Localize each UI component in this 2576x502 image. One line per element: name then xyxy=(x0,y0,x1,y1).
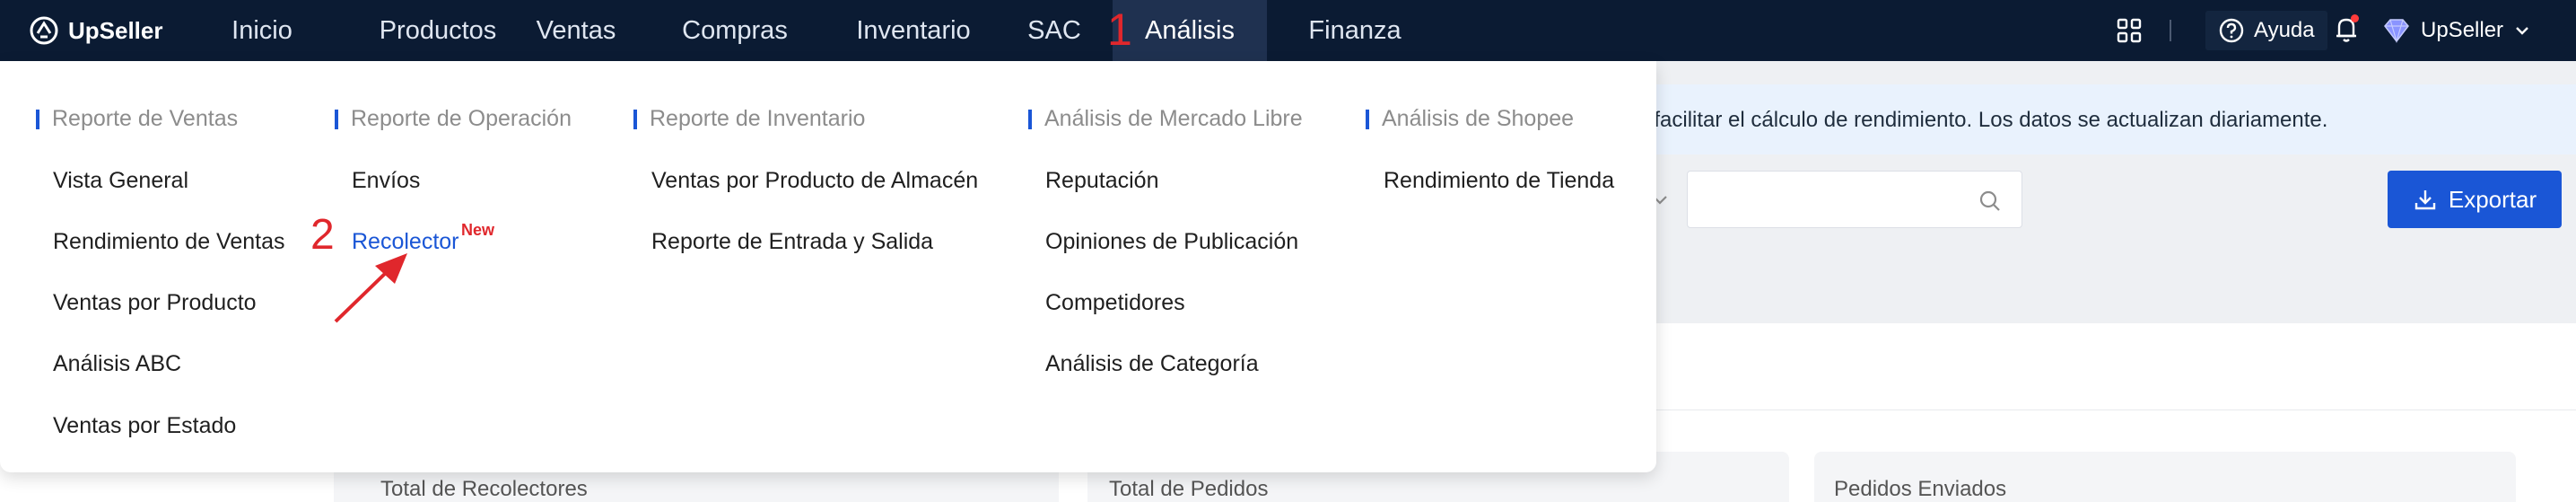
menu-section-shopee: Análisis de Shopee xyxy=(1366,106,1574,132)
menu-item-ventas-producto-almacen[interactable]: Ventas por Producto de Almacén xyxy=(651,168,978,194)
user-diamond-icon xyxy=(2384,19,2409,44)
header-divider xyxy=(2170,20,2171,41)
menu-item-ventas-estado[interactable]: Ventas por Estado xyxy=(53,413,236,439)
menu-item-analisis-categoria[interactable]: Análisis de Categoría xyxy=(1045,351,1259,377)
menu-section-mercado-libre: Análisis de Mercado Libre xyxy=(1028,106,1303,132)
menu-section-reporte-inventario: Reporte de Inventario xyxy=(633,106,865,132)
info-banner-text: ara facilitar el cálculo de rendimiento.… xyxy=(1617,108,2328,132)
menu-item-competidores[interactable]: Competidores xyxy=(1045,290,1185,316)
help-button[interactable]: Ayuda xyxy=(2205,11,2327,50)
help-icon xyxy=(2219,18,2244,43)
chevron-down-icon xyxy=(2516,27,2528,35)
menu-section-reporte-ventas: Reporte de Ventas xyxy=(36,106,238,132)
menu-item-reputacion[interactable]: Reputación xyxy=(1045,168,1158,194)
app-logo[interactable]: UpSeller xyxy=(29,13,163,48)
export-label: Exportar xyxy=(2448,185,2537,213)
annotation-step-2: 2 xyxy=(310,211,335,259)
nav-productos[interactable]: Productos xyxy=(341,0,535,61)
menu-item-ventas-producto[interactable]: Ventas por Producto xyxy=(53,290,257,316)
menu-item-envios[interactable]: Envíos xyxy=(352,168,420,194)
nav-inicio[interactable]: Inicio xyxy=(215,0,309,61)
stat-label-pedidos: Total de Pedidos xyxy=(1109,477,1269,501)
nav-analisis[interactable]: Análisis xyxy=(1113,0,1267,61)
notification-dot xyxy=(2351,14,2359,22)
top-navigation-bar: UpSeller Inicio Productos Ventas Compras… xyxy=(0,0,2576,61)
annotation-arrow-icon xyxy=(334,253,407,323)
user-menu[interactable]: UpSeller xyxy=(2381,11,2532,50)
nav-inventario[interactable]: Inventario xyxy=(838,0,989,61)
help-label: Ayuda xyxy=(2254,18,2315,42)
menu-item-rendimiento-tienda[interactable]: Rendimiento de Tienda xyxy=(1384,168,1614,194)
nav-compras[interactable]: Compras xyxy=(671,0,799,61)
menu-item-entrada-salida[interactable]: Reporte de Entrada y Salida xyxy=(651,229,933,255)
search-icon xyxy=(1979,190,2000,211)
search-input[interactable] xyxy=(1687,171,2022,228)
app-name: UpSeller xyxy=(68,16,163,44)
menu-item-vista-general[interactable]: Vista General xyxy=(53,168,188,194)
user-label: UpSeller xyxy=(2421,18,2504,42)
stat-label-enviados: Pedidos Enviados xyxy=(1834,477,2007,501)
apps-grid-icon[interactable] xyxy=(2116,17,2143,48)
new-badge: New xyxy=(461,221,495,239)
menu-item-opiniones[interactable]: Opiniones de Publicación xyxy=(1045,229,1298,255)
export-button[interactable]: Exportar xyxy=(2388,171,2562,228)
download-icon xyxy=(2414,190,2436,210)
annotation-step-1: 1 xyxy=(1107,4,1132,55)
menu-section-reporte-operacion: Reporte de Operación xyxy=(335,106,572,132)
menu-item-analisis-abc[interactable]: Análisis ABC xyxy=(53,351,181,377)
nav-finanza[interactable]: Finanza xyxy=(1283,0,1427,61)
stat-label-recolectores: Total de Recolectores xyxy=(380,477,588,501)
nav-ventas[interactable]: Ventas xyxy=(520,0,632,61)
menu-item-rendimiento-ventas[interactable]: Rendimiento de Ventas xyxy=(53,229,285,255)
upseller-logo-icon xyxy=(30,16,58,45)
nav-sac[interactable]: SAC xyxy=(1009,0,1100,61)
